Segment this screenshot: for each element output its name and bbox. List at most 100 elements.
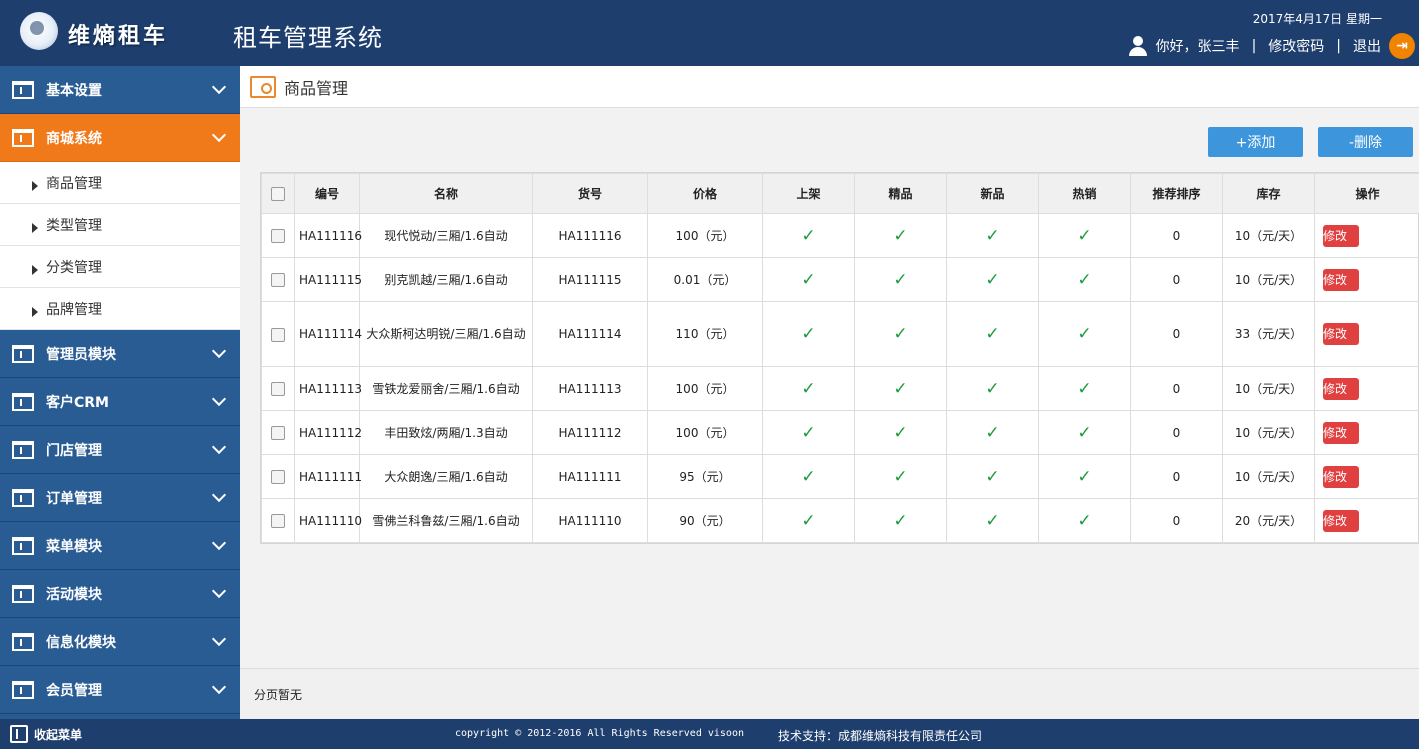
collapse-menu-button[interactable]: 收起菜单 bbox=[10, 725, 82, 743]
product-name: 大众朗逸/三厢/1.6自动 bbox=[359, 454, 533, 499]
check-icon: ✓ bbox=[893, 269, 908, 290]
check-icon: ✓ bbox=[1077, 378, 1092, 399]
row-select-cell bbox=[261, 213, 295, 258]
table-row: HA111110 雪佛兰科鲁兹/三厢/1.6自动 HA111110 90（元） … bbox=[261, 498, 1419, 543]
sidebar-item-member-management[interactable]: 会员管理 bbox=[0, 666, 240, 714]
chevron-down-icon bbox=[211, 79, 227, 95]
sidebar-item-customer-crm[interactable]: 客户CRM bbox=[0, 378, 240, 426]
sidebar-item-mall-system[interactable]: 商城系统 bbox=[0, 114, 240, 162]
sidebar-item-label: 商城系统 bbox=[46, 130, 102, 147]
window-icon bbox=[12, 392, 34, 411]
hot-cell: ✓ bbox=[1038, 213, 1131, 258]
row-checkbox[interactable] bbox=[271, 469, 285, 484]
change-password-link[interactable]: 修改密码 bbox=[1268, 36, 1324, 56]
new-cell: ✓ bbox=[946, 257, 1039, 302]
product-price: 100（元） bbox=[647, 213, 763, 258]
stock: 10（元/天） bbox=[1222, 366, 1315, 411]
chevron-down-icon bbox=[211, 439, 227, 455]
hot-cell: ✓ bbox=[1038, 410, 1131, 455]
column-header: 货号 bbox=[532, 173, 648, 214]
user-greeting: 你好，张三丰 bbox=[1155, 39, 1240, 55]
footer: 收起菜单 copyright © 2012-2016 All Rights Re… bbox=[0, 719, 1419, 749]
column-header: 新品 bbox=[946, 173, 1039, 214]
on-shelf-cell: ✓ bbox=[762, 213, 855, 258]
check-icon: ✓ bbox=[1077, 510, 1092, 531]
check-icon: ✓ bbox=[801, 225, 816, 246]
operation-cell: 修改 bbox=[1314, 301, 1419, 367]
on-shelf-cell: ✓ bbox=[762, 301, 855, 367]
edit-button[interactable]: 修改 bbox=[1323, 509, 1359, 532]
check-icon: ✓ bbox=[985, 466, 1000, 487]
product-table: 编号 名称 货号 价格 上架 精品 新品 热销 推荐排序 库存 操作 HA111… bbox=[260, 172, 1419, 544]
table-row: HA111111 大众朗逸/三厢/1.6自动 HA111111 95（元） ✓ … bbox=[261, 454, 1419, 499]
submenu-label: 品牌管理 bbox=[46, 301, 102, 318]
premium-cell: ✓ bbox=[854, 301, 947, 367]
check-icon: ✓ bbox=[985, 422, 1000, 443]
edit-button[interactable]: 修改 bbox=[1323, 224, 1359, 247]
select-all-checkbox[interactable] bbox=[271, 186, 285, 201]
stock: 10（元/天） bbox=[1222, 257, 1315, 302]
submenu-item-type-management[interactable]: 类型管理 bbox=[0, 204, 240, 246]
sidebar-item-label: 门店管理 bbox=[46, 442, 102, 459]
row-checkbox[interactable] bbox=[271, 327, 285, 342]
copyright-text: copyright © 2012-2016 All Rights Reserve… bbox=[455, 728, 744, 739]
new-cell: ✓ bbox=[946, 498, 1039, 543]
product-id: HA111112 bbox=[294, 410, 362, 455]
sidebar-item-label: 信息化模块 bbox=[46, 634, 116, 651]
row-checkbox[interactable] bbox=[271, 228, 285, 243]
sidebar-item-basic-settings[interactable]: 基本设置 bbox=[0, 66, 240, 114]
edit-button[interactable]: 修改 bbox=[1323, 421, 1359, 444]
product-name: 雪铁龙爱丽舍/三厢/1.6自动 bbox=[359, 366, 533, 411]
stock: 10（元/天） bbox=[1222, 213, 1315, 258]
column-header: 操作 bbox=[1314, 173, 1419, 214]
row-select-cell bbox=[261, 257, 295, 302]
check-icon: ✓ bbox=[801, 466, 816, 487]
new-cell: ✓ bbox=[946, 410, 1039, 455]
submenu-item-category-management[interactable]: 分类管理 bbox=[0, 246, 240, 288]
edit-button[interactable]: 修改 bbox=[1323, 377, 1359, 400]
row-checkbox[interactable] bbox=[271, 513, 285, 528]
check-icon: ✓ bbox=[985, 510, 1000, 531]
product-name: 丰田致炫/两厢/1.3自动 bbox=[359, 410, 533, 455]
sidebar-item-info-module[interactable]: 信息化模块 bbox=[0, 618, 240, 666]
sidebar-item-order-management[interactable]: 订单管理 bbox=[0, 474, 240, 522]
recommend-rank: 0 bbox=[1130, 366, 1223, 411]
recommend-rank: 0 bbox=[1130, 213, 1223, 258]
check-icon: ✓ bbox=[1077, 323, 1092, 344]
check-icon: ✓ bbox=[893, 422, 908, 443]
edit-button[interactable]: 修改 bbox=[1323, 323, 1359, 345]
system-title: 租车管理系统 bbox=[233, 24, 383, 52]
column-header: 热销 bbox=[1038, 173, 1131, 214]
submenu-item-product-management[interactable]: 商品管理 bbox=[0, 162, 240, 204]
add-button[interactable]: +添加 bbox=[1208, 127, 1303, 157]
operation-cell: 修改 bbox=[1314, 213, 1419, 258]
logout-link[interactable]: 退出 bbox=[1353, 36, 1381, 56]
sidebar-item-store-management[interactable]: 门店管理 bbox=[0, 426, 240, 474]
collapse-menu-label: 收起菜单 bbox=[34, 727, 83, 742]
submenu-item-brand-management[interactable]: 品牌管理 bbox=[0, 288, 240, 330]
row-checkbox[interactable] bbox=[271, 272, 285, 287]
window-icon bbox=[12, 680, 34, 699]
row-checkbox[interactable] bbox=[271, 425, 285, 440]
column-header: 上架 bbox=[762, 173, 855, 214]
edit-button[interactable]: 修改 bbox=[1323, 465, 1359, 488]
page-title: 商品管理 bbox=[284, 78, 349, 98]
sidebar-item-activity-module[interactable]: 活动模块 bbox=[0, 570, 240, 618]
product-name: 现代悦动/三厢/1.6自动 bbox=[359, 213, 533, 258]
row-checkbox[interactable] bbox=[271, 381, 285, 396]
product-sku: HA111116 bbox=[532, 213, 648, 258]
divider: | bbox=[1251, 38, 1257, 54]
top-header: 维熵租车 租车管理系统 2017年4月17日 星期一 你好，张三丰 | 修改密码… bbox=[0, 0, 1419, 66]
operation-cell: 修改 bbox=[1314, 410, 1419, 455]
pagination-area: 分页暂无 bbox=[240, 668, 1419, 719]
chevron-down-icon bbox=[211, 343, 227, 359]
check-icon: ✓ bbox=[893, 510, 908, 531]
logout-icon[interactable]: ⇥ bbox=[1389, 33, 1415, 59]
table-row: HA111116 现代悦动/三厢/1.6自动 HA111116 100（元） ✓… bbox=[261, 213, 1419, 258]
sidebar-item-menu-module[interactable]: 菜单模块 bbox=[0, 522, 240, 570]
column-header: 价格 bbox=[647, 173, 763, 214]
sidebar-item-admin-module[interactable]: 管理员模块 bbox=[0, 330, 240, 378]
window-icon bbox=[12, 128, 34, 147]
edit-button[interactable]: 修改 bbox=[1323, 268, 1359, 291]
delete-button[interactable]: -删除 bbox=[1318, 127, 1413, 157]
